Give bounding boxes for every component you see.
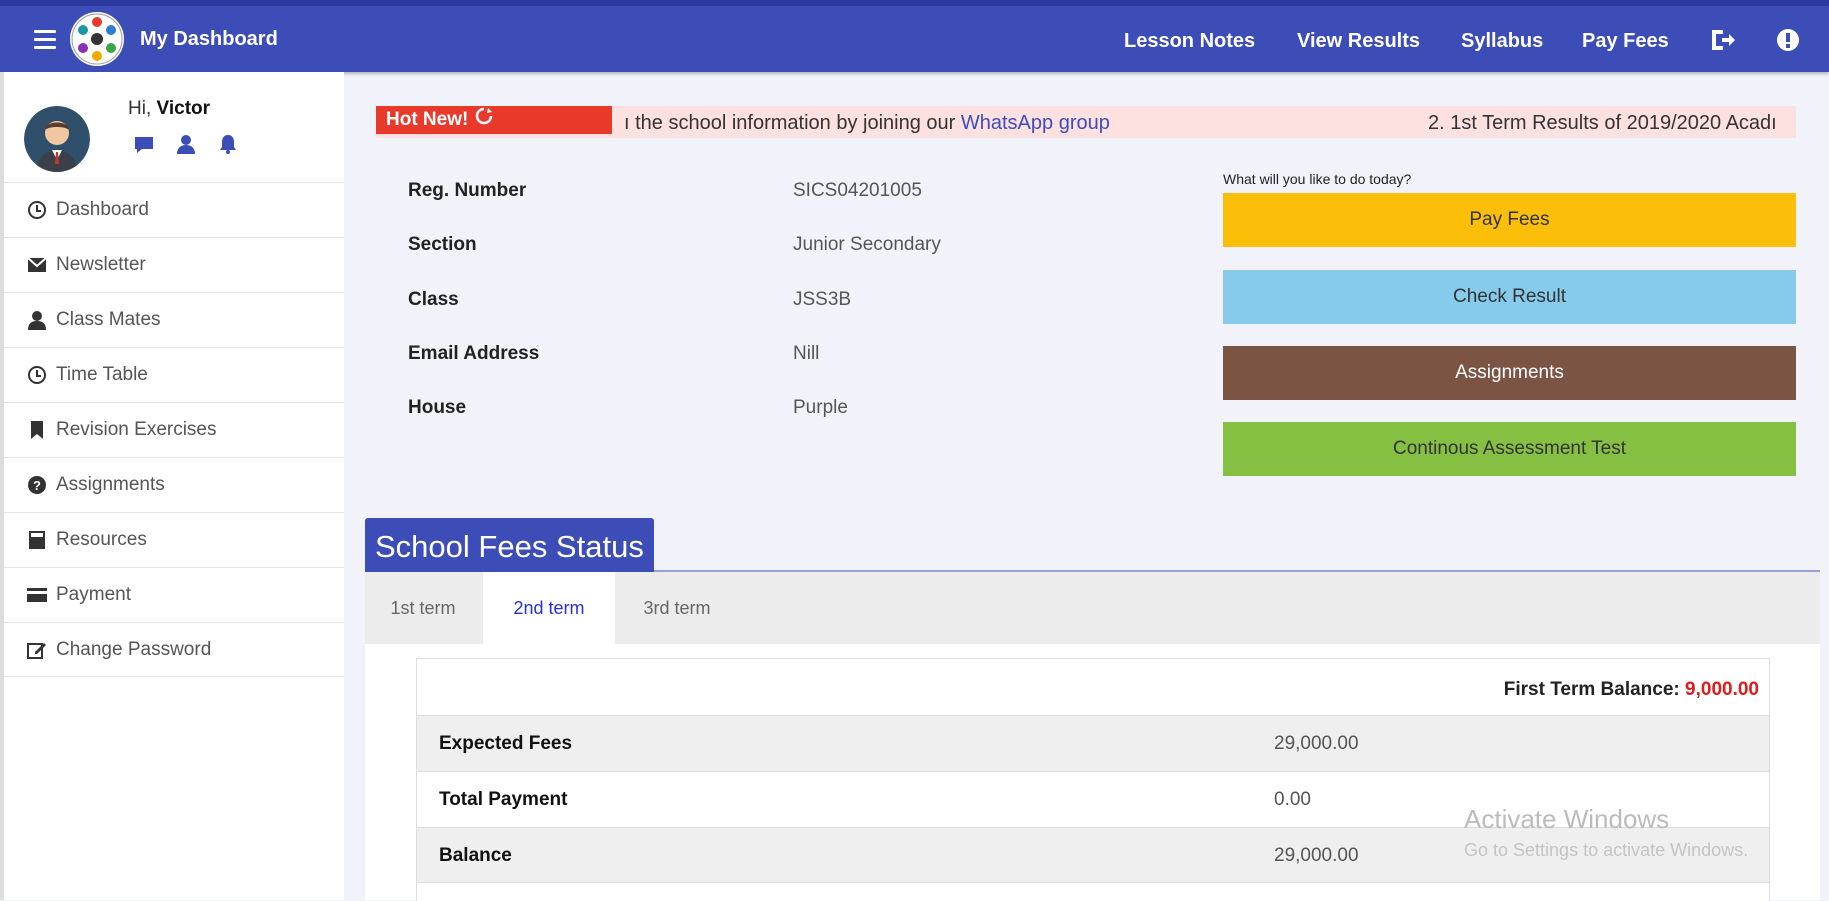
fee-value: 29,000.00 (1274, 845, 1359, 866)
tab-1st-term[interactable]: 1st term (365, 572, 481, 644)
news-ticker: Hot New! ı the school information by joi… (376, 106, 1796, 138)
sidebar-menu: Dashboard Newsletter Class Mates Time Ta… (4, 182, 344, 677)
profile-label: Reg. Number (408, 180, 527, 201)
sidebar-item-label: Dashboard (56, 199, 149, 220)
profile-row-class: Class JSS3B (408, 289, 851, 311)
svg-text:?: ? (33, 478, 41, 493)
profile-value: SICS04201005 (793, 180, 922, 201)
fee-label: Expected Fees (439, 733, 573, 754)
sidebar-item-label: Assignments (56, 474, 165, 495)
edit-icon (24, 640, 50, 660)
activate-windows-subtext: Go to Settings to activate Windows. (1464, 840, 1749, 860)
nav-view-results[interactable]: View Results (1297, 30, 1420, 53)
table-row: Expected Fees 29,000.00 (417, 715, 1769, 771)
user-icon[interactable] (176, 134, 196, 159)
profile-value: JSS3B (793, 289, 852, 310)
activate-windows-watermark: Activate Windows (1464, 804, 1670, 834)
sidebar-item-newsletter[interactable]: Newsletter (4, 237, 344, 292)
school-logo[interactable] (70, 12, 124, 66)
balance-amount: 9,000.00 (1685, 679, 1759, 700)
profile-row-section: Section Junior Secondary (408, 234, 941, 256)
profile-label: Email Address (408, 343, 540, 364)
fees-status-title: School Fees Status (365, 518, 654, 574)
first-term-balance: First Term Balance: 9,000.00 (1504, 679, 1759, 701)
sidebar-item-dashboard[interactable]: Dashboard (4, 182, 344, 237)
sidebar-item-label: Resources (56, 529, 147, 550)
tab-3rd-term[interactable]: 3rd term (617, 572, 737, 644)
user-greeting: Hi, Victor (128, 98, 210, 120)
logout-icon[interactable] (1708, 26, 1736, 54)
hot-news-label: Hot New! (386, 109, 469, 131)
sidebar-item-label: Newsletter (56, 254, 146, 275)
sidebar-item-label: Class Mates (56, 309, 161, 330)
sidebar-item-label: Time Table (56, 364, 148, 385)
sidebar-item-label: Revision Exercises (56, 419, 217, 440)
chat-icon[interactable] (134, 136, 154, 159)
nav-lesson-notes[interactable]: Lesson Notes (1124, 30, 1255, 53)
actions-prompt: What will you like to do today? (1223, 171, 1412, 187)
avatar[interactable] (24, 106, 90, 172)
fee-value: 0.00 (1274, 789, 1311, 810)
bell-icon[interactable] (219, 134, 237, 159)
help-icon[interactable] (1774, 26, 1802, 54)
fee-value: 29,000.00 (1274, 733, 1359, 754)
book-icon (24, 530, 50, 550)
clock-icon (24, 365, 50, 385)
continuous-assessment-test-button[interactable]: Continous Assessment Test (1223, 422, 1796, 476)
pay-fees-button[interactable]: Pay Fees (1223, 193, 1796, 247)
profile-row-reg-number: Reg. Number SICS04201005 (408, 180, 922, 202)
question-icon: ? (24, 475, 50, 495)
fees-table: First Term Balance: 9,000.00 Expected Fe… (416, 658, 1770, 901)
nav-pay-fees[interactable]: Pay Fees (1582, 30, 1669, 53)
menu-icon[interactable] (34, 30, 56, 54)
user-icon (24, 310, 50, 330)
card-icon (24, 587, 50, 603)
envelope-icon (24, 257, 50, 273)
fee-label: Balance (439, 845, 512, 866)
whatsapp-group-link[interactable]: WhatsApp group (961, 112, 1110, 134)
profile-value: Nill (793, 343, 820, 364)
hot-news-badge: Hot New! (376, 106, 612, 134)
profile-label: Section (408, 234, 477, 255)
term-tabs: 1st term 2nd term 3rd term (365, 572, 1820, 644)
sidebar-item-class-mates[interactable]: Class Mates (4, 292, 344, 347)
tab-2nd-term[interactable]: 2nd term (483, 572, 615, 644)
sidebar-item-change-password[interactable]: Change Password (4, 622, 344, 677)
brand-title[interactable]: My Dashboard (140, 28, 278, 51)
sidebar-item-label: Change Password (56, 638, 212, 660)
sidebar-item-time-table[interactable]: Time Table (4, 347, 344, 402)
user-quick-icons (134, 134, 255, 159)
profile-label: Class (408, 289, 459, 310)
sidebar-item-assignments[interactable]: ? Assignments (4, 457, 344, 512)
bookmark-icon (24, 420, 50, 440)
sidebar-item-revision-exercises[interactable]: Revision Exercises (4, 402, 344, 457)
refresh-icon (474, 106, 494, 134)
sidebar-item-resources[interactable]: Resources (4, 512, 344, 567)
sidebar-item-label: Payment (56, 584, 131, 605)
dashboard-icon (24, 200, 50, 220)
assignments-button[interactable]: Assignments (1223, 346, 1796, 400)
profile-value: Purple (793, 397, 848, 418)
nav-syllabus[interactable]: Syllabus (1461, 30, 1543, 53)
balance-label: First Term Balance: (1503, 679, 1680, 700)
ticker-item: ı the school information by joining our … (624, 112, 1110, 135)
fee-label: Total Payment (439, 789, 568, 810)
top-navbar: My Dashboard Lesson Notes View Results S… (0, 0, 1829, 72)
greeting-text: Hi, (128, 98, 152, 119)
profile-label: House (408, 397, 467, 418)
ticker-item-next: 2. 1st Term Results of 2019/2020 Acadı (1428, 112, 1777, 134)
sidebar-item-payment[interactable]: Payment (4, 567, 344, 622)
user-name: Victor (156, 98, 211, 119)
profile-value: Junior Secondary (793, 234, 941, 255)
sidebar: Hi, Victor Dashboard Newsletter Class Ma… (0, 72, 344, 900)
profile-row-house: House Purple (408, 397, 848, 419)
check-result-button[interactable]: Check Result (1223, 270, 1796, 324)
profile-row-email: Email Address Nill (408, 343, 819, 365)
ticker-text: ı the school information by joining our (624, 112, 956, 134)
